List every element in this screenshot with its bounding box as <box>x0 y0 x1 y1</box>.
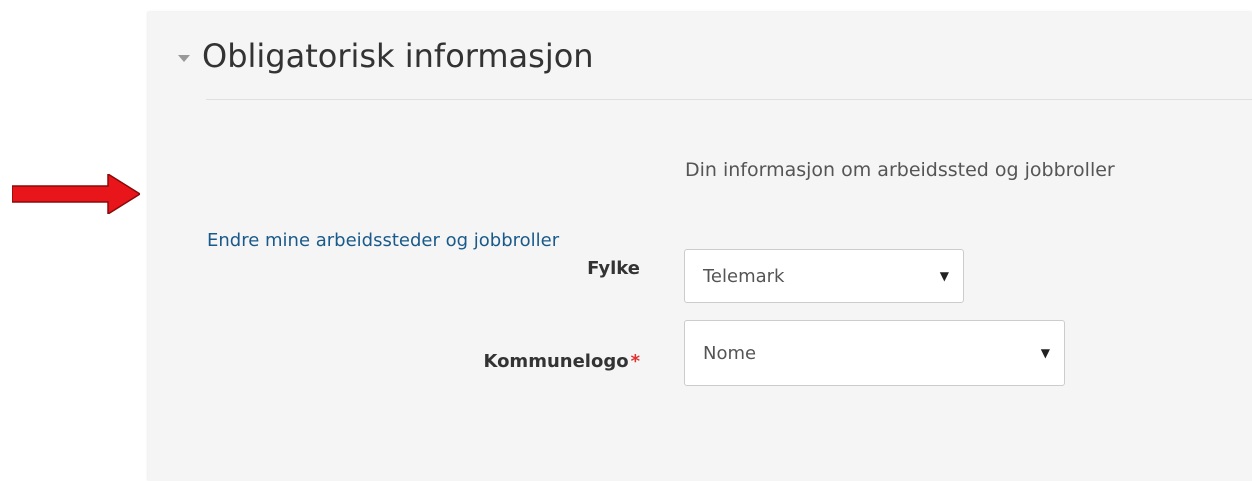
section-divider <box>206 99 1252 100</box>
kommunelogo-label-text: Kommunelogo <box>483 351 629 372</box>
dropdown-caret-icon: ▼ <box>1040 346 1050 360</box>
workplace-info-text: Din informasjon om arbeidssted og jobbro… <box>685 159 1115 181</box>
form-fieldset: Obligatorisk informasjon Din informasjon… <box>148 12 1252 481</box>
red-arrow-icon <box>12 174 140 214</box>
section-legend[interactable]: Obligatorisk informasjon <box>178 40 594 72</box>
screenshot-stage: Obligatorisk informasjon Din informasjon… <box>0 0 1252 481</box>
kommunelogo-label: Kommunelogo * <box>390 351 640 372</box>
fylke-label: Fylke <box>490 258 640 279</box>
fylke-select[interactable]: Telemark ▼ <box>684 249 964 303</box>
kommunelogo-selected-value: Nome <box>703 342 757 364</box>
dropdown-caret-icon: ▼ <box>939 269 949 283</box>
fylke-label-text: Fylke <box>587 258 640 279</box>
fylke-selected-value: Telemark <box>703 265 785 287</box>
chevron-down-icon[interactable] <box>178 54 190 62</box>
required-marker: * <box>630 351 640 372</box>
kommunelogo-select[interactable]: Nome ▼ <box>684 320 1065 386</box>
edit-workplaces-link[interactable]: Endre mine arbeidssteder og jobbroller <box>207 230 559 251</box>
section-title[interactable]: Obligatorisk informasjon <box>202 40 594 72</box>
